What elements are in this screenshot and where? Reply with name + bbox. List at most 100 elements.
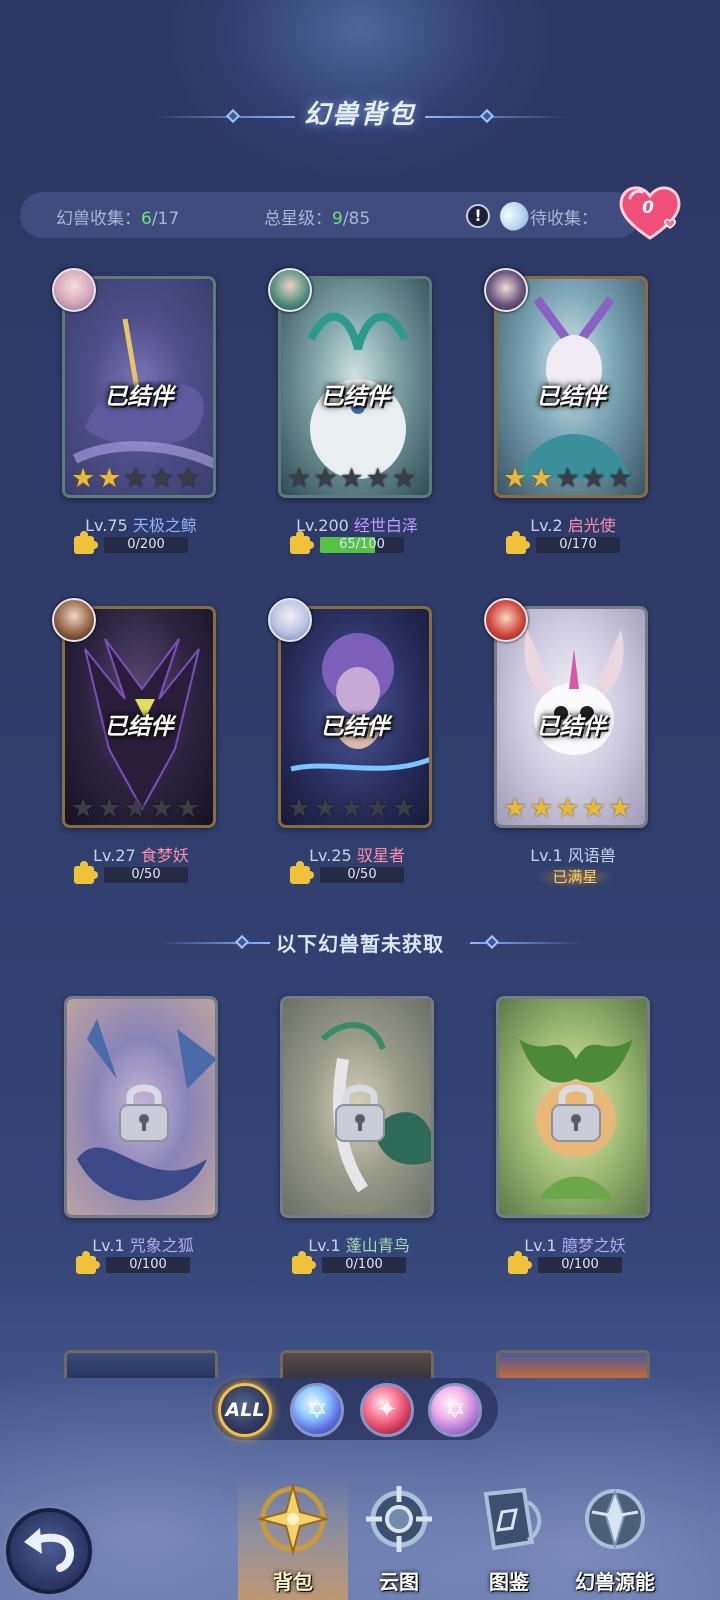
card-peek: [496, 1350, 650, 1378]
card-frame: [496, 996, 650, 1218]
puzzle-icon: [290, 531, 314, 554]
star-icon: ★: [365, 793, 390, 824]
progress-bar: 0/100: [322, 1257, 406, 1273]
puzzle-icon: [74, 861, 98, 884]
filter-pink-gem-button[interactable]: ✡: [428, 1383, 482, 1437]
nav-cloud-map[interactable]: 云图: [344, 1478, 454, 1600]
hexagram-icon: ✡: [444, 1395, 466, 1425]
star-icon: ★: [149, 463, 174, 494]
exclamation-icon[interactable]: !: [466, 204, 490, 228]
card-status: 已结伴: [320, 384, 390, 410]
level-text: Lv.25: [309, 846, 352, 865]
star-icon: ★: [97, 463, 122, 494]
beast-name: 臆梦之妖: [561, 1236, 626, 1255]
star-icon: ★: [503, 463, 528, 494]
progress-bar: 0/50: [320, 867, 404, 883]
filter-red-gem-button[interactable]: ✦: [360, 1383, 414, 1437]
progress-row: 0/170: [506, 531, 666, 556]
level-text: Lv.1: [530, 846, 563, 865]
progress-row: 65/100: [290, 531, 450, 556]
card-level: Lv.25 驭星者: [258, 842, 456, 866]
progress-text: 0/50: [131, 867, 161, 882]
collection-total: /17: [151, 209, 180, 229]
card-frame: [280, 996, 434, 1218]
star-icon: ★: [581, 463, 606, 494]
star-icon: ★: [529, 793, 554, 824]
progress-bar: 0/50: [104, 867, 188, 883]
beast-name: 蓬山青鸟: [345, 1236, 410, 1255]
progress-bar: 65/100: [320, 537, 404, 553]
lock-icon: [551, 1084, 601, 1142]
filter-all-button[interactable]: ALL: [218, 1383, 272, 1437]
progress-row: 0/50: [290, 861, 450, 886]
beast-name: 食梦妖: [140, 846, 189, 865]
beast-name: 风语兽: [567, 846, 616, 865]
nav-beast-energy[interactable]: 幻兽源能: [560, 1478, 670, 1600]
star-total: /85: [342, 209, 371, 229]
avatar: [484, 598, 528, 642]
card-status: 已结伴: [536, 384, 606, 410]
star-icon: ★: [391, 463, 417, 494]
avatar: [52, 598, 96, 642]
card-level: Lv.1 风语兽: [474, 842, 672, 866]
star-icon: ★: [313, 793, 338, 824]
heart-count: 0: [642, 198, 654, 218]
nav-label: 背包: [273, 1570, 313, 1594]
card-level: Lv.200 经世白泽: [258, 512, 456, 536]
progress-bar: 0/170: [536, 537, 620, 553]
nav-backpack[interactable]: 背包: [238, 1478, 348, 1600]
book-icon: [483, 1487, 542, 1551]
star-icon: ★: [175, 793, 201, 824]
star-icon: ★: [339, 793, 364, 824]
avatar: [268, 598, 312, 642]
compass-star-icon: [256, 1482, 330, 1556]
star-rating: ★ ★ ★ ★ ★: [503, 795, 643, 823]
avatar: [52, 268, 96, 312]
puzzle-icon: [74, 531, 98, 554]
hexagram-icon: ✦: [376, 1395, 398, 1425]
page-title: 幻兽背包: [303, 100, 416, 130]
card-status: 已结伴: [320, 714, 390, 740]
progress-bar: 0/100: [538, 1257, 622, 1273]
screen: 幻兽背包 幻兽收集：6/17 总星级：9/85 ! 待收集： 0 已结伴 ★ ★…: [0, 0, 720, 1600]
beast-name: 咒象之狐: [129, 1236, 194, 1255]
star-rating: ★ ★ ★ ★ ★: [71, 795, 211, 823]
card-level: Lv.75 天极之鲸: [42, 512, 240, 536]
level-text: Lv.1: [92, 1236, 125, 1255]
star-icon: ★: [287, 463, 312, 494]
progress-bar: 0/100: [106, 1257, 190, 1273]
star-icon: ★: [555, 463, 580, 494]
level-text: Lv.1: [308, 1236, 341, 1255]
progress-text: 0/50: [347, 867, 377, 882]
card-level: Lv.1 蓬山青鸟: [260, 1232, 458, 1256]
card-frame: [64, 996, 218, 1218]
beast-name: 天极之鲸: [132, 516, 197, 535]
star-icon: ★: [391, 793, 417, 824]
filter-blue-gem-button[interactable]: ✡: [290, 1383, 344, 1437]
star-icon: ★: [529, 463, 554, 494]
beast-name: 驭星者: [356, 846, 405, 865]
back-button[interactable]: [6, 1508, 92, 1594]
star-label: 总星级：: [264, 209, 332, 229]
star-icon: ★: [123, 463, 148, 494]
lock-icon: [335, 1084, 385, 1142]
max-star-badge: 已满星: [534, 866, 616, 888]
star-icon: ★: [71, 463, 96, 494]
star-rating: ★ ★ ★ ★ ★: [71, 465, 211, 493]
card-status: 已结伴: [536, 714, 606, 740]
avatar: [484, 268, 528, 312]
progress-text: 0/170: [559, 537, 597, 552]
collection-owned: 6: [141, 209, 152, 229]
heart-badge[interactable]: 0: [616, 182, 684, 244]
top-glow: [160, 0, 560, 180]
card-status: 已结伴: [104, 384, 174, 410]
card-level: Lv.2 启光使: [474, 512, 672, 536]
filter-bar: ALL ✡ ✦ ✡: [212, 1378, 498, 1440]
collection-label: 幻兽收集：: [56, 209, 141, 229]
card-frame: 已结伴 ★ ★ ★ ★ ★: [494, 606, 648, 828]
level-text: Lv.75: [85, 516, 128, 535]
back-arrow-icon: [24, 1528, 74, 1572]
progress-row: 0/100: [76, 1251, 236, 1276]
star-owned: 9: [332, 209, 343, 229]
nav-codex[interactable]: 图鉴: [454, 1478, 564, 1600]
